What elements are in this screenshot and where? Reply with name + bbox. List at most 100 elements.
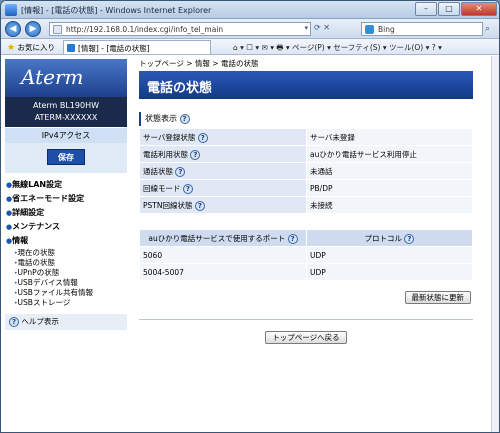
sidebar-item-label: メンテナンス [12, 222, 60, 231]
help-toggle[interactable]: ? ヘルプ表示 [5, 314, 127, 330]
vertical-scrollbar[interactable] [491, 56, 499, 432]
sidebar: Aterm Aterm BL190HW ATERM-XXXXXX IPv4アクセ… [5, 59, 127, 330]
submenu-upnp-status[interactable]: •UPnPの状態 [5, 268, 127, 278]
table-row: サーバ登録状態 ? サーバ未登録 [140, 129, 472, 145]
submenu-label: USBストレージ [17, 298, 71, 307]
port-column-header: auひかり電話サービスで使用するポート ? [140, 230, 306, 246]
status-value: 未接続 [307, 197, 472, 213]
sidebar-item-info[interactable]: ●情報 [5, 234, 127, 248]
ie-icon [5, 4, 17, 16]
window-title: [情報] - [電話の状態] - Windows Internet Explor… [21, 6, 212, 15]
refresh-button[interactable]: 最新状態に更新 [404, 291, 471, 304]
save-area: 保存 [5, 143, 127, 173]
refresh-stop-icons[interactable]: ⟳ ✕ [314, 23, 330, 32]
browser-tab[interactable]: [情報] - [電話の状態] [63, 40, 211, 54]
page-content: Aterm Aterm BL190HW ATERM-XXXXXX IPv4アクセ… [1, 56, 493, 432]
back-icon[interactable]: ◀ [5, 21, 21, 37]
help-icon: ? [9, 317, 19, 327]
help-icon[interactable]: ? [197, 132, 208, 143]
status-value: サーバ未登録 [307, 129, 472, 145]
sidebar-item-maintenance[interactable]: ●メンテナンス [5, 220, 127, 234]
help-icon[interactable]: ? [182, 183, 193, 194]
status-key: サーバ登録状態 ? [140, 129, 306, 145]
submenu-usb-device[interactable]: •USBデバイス情報 [5, 278, 127, 288]
aterm-logo: Aterm [5, 59, 127, 97]
sidebar-item-label: 詳細設定 [12, 208, 45, 217]
table-row: 5060 UDP [140, 247, 472, 263]
status-key-label: 電話利用状態 [143, 149, 188, 159]
star-icon: ★ [7, 43, 16, 53]
status-key-label: PSTN回線状態 [143, 200, 193, 210]
table-row: 回線モード ? PB/DP [140, 180, 472, 196]
protocol-header-label: プロトコル [364, 233, 403, 243]
command-bar[interactable]: ⌂ ▾ ☐ ▾ ✉ ▾ 🖶 ▾ ページ(P) ▾ セーフティ(S) ▾ ツール(… [233, 42, 442, 55]
search-input[interactable]: Bing [361, 22, 483, 36]
submenu-label: USBデバイス情報 [17, 278, 78, 287]
status-value: auひかり電話サービス利用停止 [307, 146, 472, 162]
save-button[interactable]: 保存 [47, 149, 85, 165]
tab-label: [情報] - [電話の状態] [78, 44, 150, 53]
submenu-label: 電話の状態 [17, 258, 56, 267]
status-key-label: サーバ登録状態 [143, 132, 196, 142]
help-icon[interactable]: ? [175, 166, 186, 177]
tab-icon [67, 44, 75, 52]
forward-icon[interactable]: ▶ [25, 21, 41, 37]
submenu-phone-status[interactable]: •電話の状態 [5, 258, 127, 268]
status-value: 未通話 [307, 163, 472, 179]
status-key-label: 回線モード [143, 183, 181, 193]
status-table: サーバ登録状態 ? サーバ未登録 電話利用状態 ? auひかり電話サービス利用停止 … [139, 128, 473, 214]
ipv4-access: IPv4アクセス [5, 127, 127, 143]
page-icon [53, 25, 62, 34]
port-table: auひかり電話サービスで使用するポート ? プロトコル ? 5060 UDP 50… [139, 229, 473, 281]
back-to-top-button[interactable]: トップページへ戻る [265, 331, 347, 344]
section-heading: 状態表示 ? [139, 112, 473, 126]
sidebar-item-label: 省エネーモード設定 [12, 194, 85, 203]
help-icon[interactable]: ? [194, 200, 205, 211]
breadcrumb[interactable]: トップページ > 情報 > 電話の状態 [139, 59, 473, 69]
back-row: トップページへ戻る [139, 331, 473, 344]
model-name: Aterm BL190HW [32, 101, 99, 110]
help-label: ヘルプ表示 [21, 317, 59, 326]
help-icon[interactable]: ? [179, 113, 190, 124]
model-box: Aterm BL190HW ATERM-XXXXXX [5, 97, 127, 127]
sidebar-menu: ●無線LAN設定 ●省エネーモード設定 ●詳細設定 ●メンテナンス ●情報 •現… [5, 178, 127, 308]
bing-icon [365, 25, 374, 34]
status-key: 回線モード ? [140, 180, 306, 196]
chevron-down-icon[interactable]: ▾ [304, 24, 308, 32]
title-bar: [情報] - [電話の状態] - Windows Internet Explor… [1, 1, 499, 19]
search-icon[interactable]: ⌕ [485, 24, 490, 34]
divider [139, 319, 473, 320]
help-icon[interactable]: ? [404, 233, 415, 244]
minimize-button[interactable]: – [415, 2, 437, 16]
sidebar-item-advanced[interactable]: ●詳細設定 [5, 206, 127, 220]
submenu-usb-share[interactable]: •USBファイル共有情報 [5, 288, 127, 298]
section-title: 状態表示 [145, 114, 177, 123]
sidebar-item-eco-mode[interactable]: ●省エネーモード設定 [5, 192, 127, 206]
sidebar-item-wireless-lan[interactable]: ●無線LAN設定 [5, 178, 127, 192]
refresh-row: 最新状態に更新 [139, 291, 473, 319]
table-row: PSTN回線状態 ? 未接続 [140, 197, 472, 213]
search-placeholder: Bing [378, 25, 395, 34]
help-icon[interactable]: ? [287, 233, 298, 244]
url-text: http://192.168.0.1/index.cgi/info_tel_ma… [66, 25, 224, 34]
status-key: 通話状態 ? [140, 163, 306, 179]
favorites-bar: ★ お気に入り [情報] - [電話の状態] ⌂ ▾ ☐ ▾ ✉ ▾ 🖶 ▾ ペ… [1, 39, 499, 55]
table-header-row: auひかり電話サービスで使用するポート ? プロトコル ? [140, 230, 472, 246]
port-cell: 5060 [140, 247, 306, 263]
favorites-button[interactable]: ★ お気に入り [7, 42, 55, 53]
submenu-usb-storage[interactable]: •USBストレージ [5, 298, 127, 308]
help-icon[interactable]: ? [190, 149, 201, 160]
sidebar-item-label: 情報 [12, 236, 29, 245]
submenu-current-status[interactable]: •現在の状態 [5, 248, 127, 258]
page-title: 電話の状態 [139, 71, 473, 99]
status-key-label: 通話状態 [143, 166, 173, 176]
port-header-label: auひかり電話サービスで使用するポート [148, 233, 286, 243]
protocol-cell: UDP [307, 264, 472, 280]
table-row: 電話利用状態 ? auひかり電話サービス利用停止 [140, 146, 472, 162]
close-button[interactable]: ✕ [461, 2, 497, 16]
table-row: 5004-5007 UDP [140, 264, 472, 280]
maximize-button[interactable]: □ [438, 2, 460, 16]
address-bar: ◀ ▶ http://192.168.0.1/index.cgi/info_te… [1, 19, 499, 39]
device-name: ATERM-XXXXXX [34, 113, 98, 122]
url-field[interactable]: http://192.168.0.1/index.cgi/info_tel_ma… [49, 22, 311, 36]
